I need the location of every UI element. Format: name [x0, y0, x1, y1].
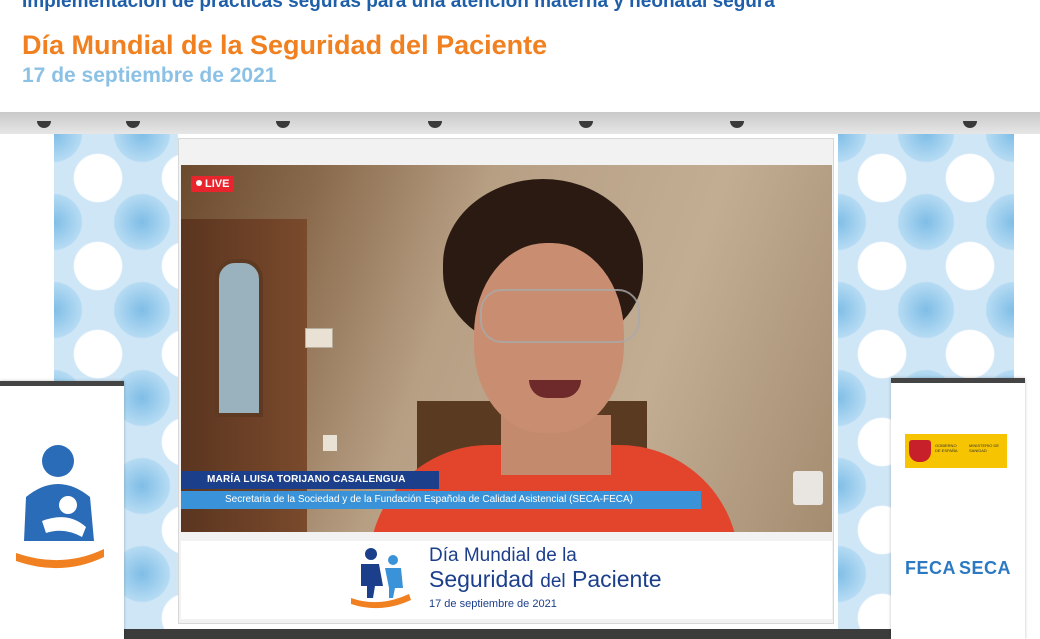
left-rollup-banner: [0, 381, 124, 639]
spotlight-icon: [428, 121, 442, 128]
feca-logo: FECA: [905, 558, 956, 578]
banner-line1: Día Mundial de la: [429, 545, 577, 566]
background-outlet: [323, 435, 337, 451]
banner-line2: Seguridad del Paciente: [429, 566, 662, 592]
background-switch: [305, 328, 333, 348]
spotlight-icon: [963, 121, 977, 128]
spotlight-icon: [276, 121, 290, 128]
spotlight-icon: [730, 121, 744, 128]
stage-floor: [120, 629, 920, 639]
banner-date: 17 de septiembre de 2021: [429, 598, 557, 610]
event-subtitle: Implementación de prácticas seguras para…: [22, 0, 775, 12]
spain-coat-of-arms-icon: [909, 440, 931, 462]
event-banner: Día Mundial de la Seguridad del Paciente…: [181, 541, 832, 619]
background-mug: [793, 471, 823, 505]
live-dot-icon: [196, 180, 202, 186]
speaker-glasses: [480, 289, 640, 343]
mother-child-care-icon: [16, 445, 104, 569]
seca-logo: SECA: [959, 558, 1012, 578]
patients-hand-icon: [351, 548, 411, 609]
right-rollup-banner: GOBIERNO DE ESPAÑA MINISTERIO DE SANIDAD…: [891, 378, 1025, 639]
stage-roof: [0, 112, 1040, 134]
spotlight-icon: [579, 121, 593, 128]
government-logo: GOBIERNO DE ESPAÑA MINISTERIO DE SANIDAD: [905, 434, 1007, 468]
speaker-role-lower-third: Secretaria de la Sociedad y de la Fundac…: [181, 491, 701, 509]
spotlight-icon: [126, 121, 140, 128]
live-video-stream[interactable]: LIVE MARÍA LUISA TORIJANO CASALENGUA Sec…: [181, 165, 832, 532]
page-title: Día Mundial de la Seguridad del Paciente: [22, 30, 548, 60]
spotlight-icon: [37, 121, 51, 128]
live-badge: LIVE: [191, 176, 235, 192]
speaker-name-lower-third: MARÍA LUISA TORIJANO CASALENGUA: [181, 471, 439, 489]
event-date: 17 de septiembre de 2021: [22, 64, 277, 87]
